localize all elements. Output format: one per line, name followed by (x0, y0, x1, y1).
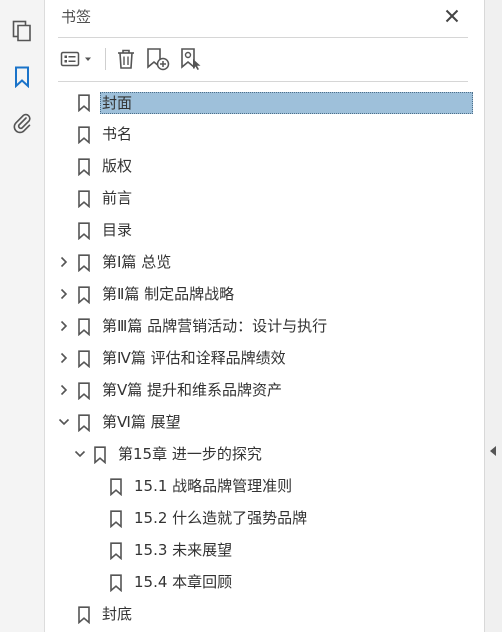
bookmark-row[interactable]: 第Ⅲ篇 品牌营销活动：设计与执行 (45, 312, 484, 340)
bookmark-label[interactable]: 第Ⅴ篇 提升和维系品牌资产 (100, 380, 284, 400)
bookmark-label[interactable]: 15.4 本章回顾 (132, 572, 234, 592)
chevron-right-icon[interactable] (57, 319, 71, 333)
bookmark-icon (77, 190, 91, 209)
toolbar-divider-bottom (58, 81, 468, 82)
delete-icon[interactable] (112, 44, 140, 74)
panel-title: 书签 (61, 8, 92, 26)
bookmark-label[interactable]: 第Ⅵ篇 展望 (100, 412, 183, 432)
bookmark-label[interactable]: 第Ⅱ篇 制定品牌战略 (100, 284, 236, 304)
bookmarks-panel: 书签 封面 书名 版权 前言 目录 第Ⅰ篇 总览 第Ⅱ篇 制定品牌战略 第Ⅲ篇 … (45, 0, 484, 632)
bookmark-icon (77, 606, 91, 625)
chevron-right-icon[interactable] (57, 383, 71, 397)
attachment-icon[interactable] (9, 110, 35, 136)
bookmark-icon (77, 382, 91, 401)
bookmark-label[interactable]: 封底 (100, 604, 134, 624)
bookmark-icon (93, 446, 107, 465)
bookmark-icon (77, 158, 91, 177)
bookmark-row[interactable]: 15.3 未来展望 (45, 536, 484, 564)
bookmark-label[interactable]: 15.1 战略品牌管理准则 (132, 476, 294, 496)
bookmark-icon (77, 286, 91, 305)
navigation-rail (0, 0, 45, 632)
bookmark-row[interactable]: 15.2 什么造就了强势品牌 (45, 504, 484, 532)
header-divider (58, 37, 468, 38)
bookmark-label[interactable]: 第Ⅳ篇 评估和诠释品牌绩效 (100, 348, 288, 368)
bookmark-icon (109, 478, 123, 497)
chevron-down-icon[interactable] (73, 447, 87, 461)
bookmark-row[interactable]: 第Ⅵ篇 展望 (45, 408, 484, 436)
chevron-down-icon[interactable] (57, 415, 71, 429)
bookmark-row[interactable]: 第15章 进一步的探究 (45, 440, 484, 468)
bookmark-row[interactable]: 版权 (45, 152, 484, 180)
chevron-right-icon[interactable] (57, 287, 71, 301)
bookmark-row[interactable]: 第Ⅱ篇 制定品牌战略 (45, 280, 484, 308)
new-bookmark-from-structure-icon[interactable] (177, 44, 207, 74)
bookmark-row[interactable]: 封面 (45, 88, 484, 116)
bookmark-label[interactable]: 书名 (100, 124, 134, 144)
bookmark-icon (77, 254, 91, 273)
bookmark-label[interactable]: 封面 (100, 92, 473, 114)
bookmark-icon (109, 510, 123, 529)
bookmark-label[interactable]: 前言 (100, 188, 134, 208)
bookmark-icon[interactable] (9, 64, 35, 90)
close-icon[interactable] (442, 6, 462, 26)
options-menu-icon[interactable] (60, 44, 96, 74)
bookmark-icon (77, 94, 91, 113)
bookmark-label[interactable]: 版权 (100, 156, 134, 176)
bookmark-icon (77, 414, 91, 433)
bookmark-icon (109, 574, 123, 593)
bookmark-row[interactable]: 目录 (45, 216, 484, 244)
bookmark-icon (77, 126, 91, 145)
bookmark-label[interactable]: 15.2 什么造就了强势品牌 (132, 508, 309, 528)
new-bookmark-icon[interactable] (143, 44, 173, 74)
chevron-right-icon[interactable] (57, 351, 71, 365)
bookmark-row[interactable]: 15.4 本章回顾 (45, 568, 484, 596)
bookmark-row[interactable]: 第Ⅰ篇 总览 (45, 248, 484, 276)
collapse-panel-icon[interactable] (490, 446, 496, 456)
chevron-right-icon[interactable] (57, 255, 71, 269)
bookmarks-toolbar (58, 44, 468, 74)
bookmark-icon (77, 350, 91, 369)
bookmark-label[interactable]: 第Ⅲ篇 品牌营销活动：设计与执行 (100, 316, 329, 336)
bookmark-label[interactable]: 目录 (100, 220, 134, 240)
bookmark-icon (109, 542, 123, 561)
toolbar-divider (105, 48, 106, 70)
bookmark-row[interactable]: 书名 (45, 120, 484, 148)
bookmark-label[interactable]: 15.3 未来展望 (132, 540, 234, 560)
bookmark-label[interactable]: 第Ⅰ篇 总览 (100, 252, 173, 272)
bookmark-icon (77, 222, 91, 241)
bookmark-row[interactable]: 封底 (45, 600, 484, 628)
bookmark-row[interactable]: 15.1 战略品牌管理准则 (45, 472, 484, 500)
bookmark-row[interactable]: 第Ⅴ篇 提升和维系品牌资产 (45, 376, 484, 404)
bookmark-row[interactable]: 第Ⅳ篇 评估和诠释品牌绩效 (45, 344, 484, 372)
bookmark-row[interactable]: 前言 (45, 184, 484, 212)
panel-resize-strip[interactable] (484, 0, 502, 632)
bookmark-icon (77, 318, 91, 337)
bookmark-label[interactable]: 第15章 进一步的探究 (116, 444, 264, 464)
pages-icon[interactable] (9, 18, 35, 44)
